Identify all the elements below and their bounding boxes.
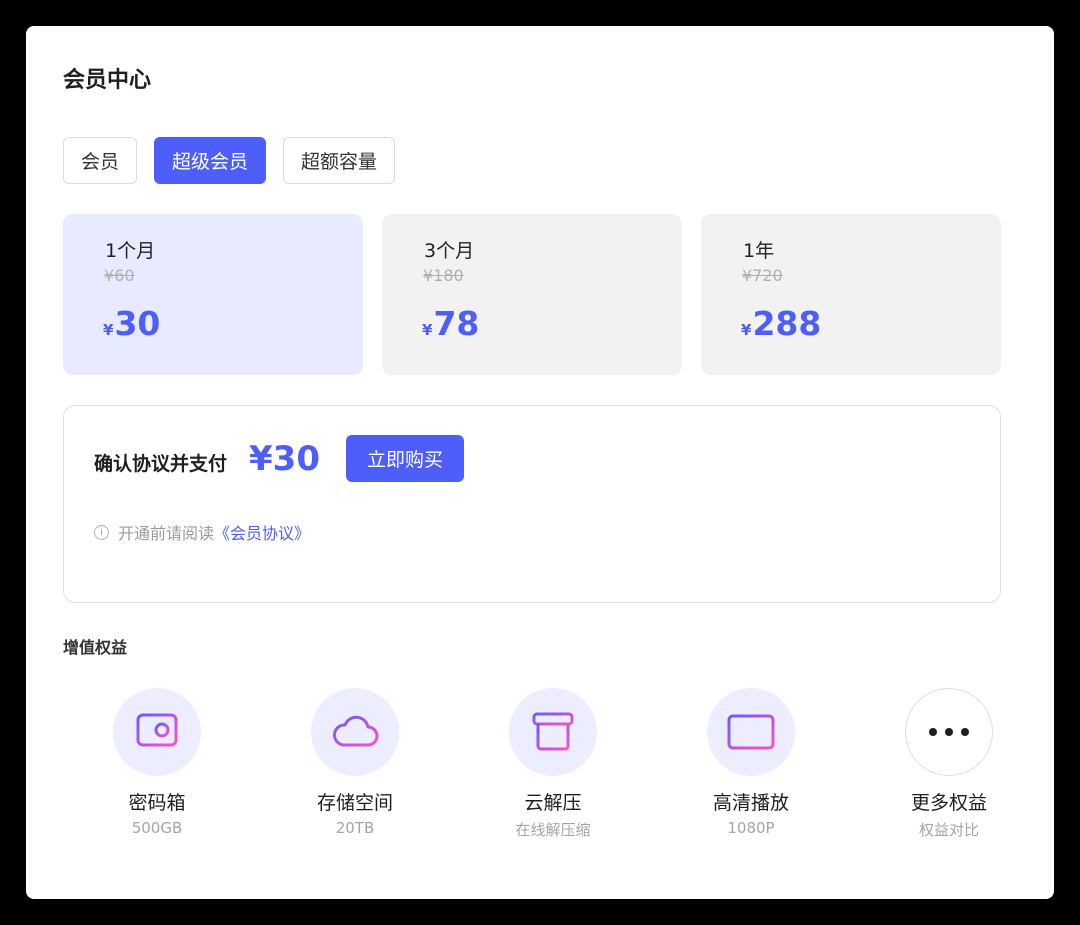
plan-price: ¥ 288 xyxy=(741,304,821,343)
price-value: 288 xyxy=(752,304,822,343)
benefit-sub: 500GB xyxy=(131,819,183,837)
plan-list: 1个月 ¥60 ¥ 30 3个月 ¥180 ¥ 78 1年 ¥720 ¥ 288 xyxy=(63,214,1001,375)
price-value: 78 xyxy=(433,304,480,343)
price-value: 30 xyxy=(114,304,161,343)
benefit-name: 存储空间 xyxy=(316,792,393,814)
benefit-icon-circle xyxy=(905,688,993,776)
benefit-icon-circle xyxy=(311,688,399,776)
currency-symbol: ¥ xyxy=(422,321,433,339)
benefits-title: 增值权益 xyxy=(63,638,128,657)
benefit-icon-circle xyxy=(509,688,597,776)
agreement-notice: i 开通前请阅读 《会员协议》 xyxy=(94,520,310,544)
archive-box-icon xyxy=(532,712,574,751)
membership-tabs: 会员 超级会员 超额容量 xyxy=(63,137,412,184)
plan-price: ¥ 78 xyxy=(422,304,479,343)
notice-text: 开通前请阅读 xyxy=(118,524,215,543)
plan-card-3-months[interactable]: 3个月 ¥180 ¥ 78 xyxy=(382,214,682,375)
buy-now-button[interactable]: 立即购买 xyxy=(346,435,464,482)
plan-original-price: ¥720 xyxy=(742,266,783,285)
plan-card-1-year[interactable]: 1年 ¥720 ¥ 288 xyxy=(701,214,1001,375)
plan-name: 1年 xyxy=(743,240,775,262)
video-card-icon xyxy=(727,714,775,750)
safe-box-icon xyxy=(136,713,178,752)
payment-amount: ¥30 xyxy=(249,439,320,479)
benefit-sub: 权益对比 xyxy=(918,821,979,839)
benefit-storage[interactable]: 存储空间 20TB xyxy=(290,688,420,837)
tab-member[interactable]: 会员 xyxy=(63,137,138,184)
tab-extra-storage[interactable]: 超额容量 xyxy=(283,137,396,184)
benefit-name: 更多权益 xyxy=(910,792,987,814)
benefit-icon-circle xyxy=(707,688,795,776)
benefit-name: 密码箱 xyxy=(128,792,186,814)
plan-card-1-month[interactable]: 1个月 ¥60 ¥ 30 xyxy=(63,214,363,375)
payment-panel: 确认协议并支付 ¥30 立即购买 i 开通前请阅读 《会员协议》 xyxy=(63,405,1001,603)
agreement-link[interactable]: 《会员协议》 xyxy=(214,520,310,544)
benefit-icon-circle xyxy=(113,688,201,776)
benefit-name: 云解压 xyxy=(524,792,582,814)
plan-name: 3个月 xyxy=(424,240,475,262)
currency-symbol: ¥ xyxy=(741,321,752,339)
payment-label: 确认协议并支付 xyxy=(94,453,228,475)
benefit-hd-playback[interactable]: 高清播放 1080P xyxy=(686,688,816,837)
plan-name: 1个月 xyxy=(105,240,156,262)
benefit-sub: 在线解压缩 xyxy=(515,821,591,839)
cloud-icon xyxy=(333,715,379,747)
plan-original-price: ¥60 xyxy=(104,266,135,285)
member-center-dialog: 会员中心 会员 超级会员 超额容量 1个月 ¥60 ¥ 30 3个月 ¥180 … xyxy=(26,26,1054,899)
benefit-more[interactable]: 更多权益 权益对比 xyxy=(884,688,1014,840)
benefit-name: 高清播放 xyxy=(712,792,789,814)
plan-price: ¥ 30 xyxy=(103,304,160,343)
info-icon: i xyxy=(94,524,109,540)
page-title: 会员中心 xyxy=(63,68,152,93)
currency-symbol: ¥ xyxy=(103,321,114,339)
more-dots-icon xyxy=(929,728,969,736)
benefit-sub: 1080P xyxy=(727,819,775,837)
tab-super-member[interactable]: 超级会员 xyxy=(154,137,267,184)
plan-original-price: ¥180 xyxy=(423,266,464,285)
benefit-cloud-unzip[interactable]: 云解压 在线解压缩 xyxy=(488,688,618,840)
benefit-sub: 20TB xyxy=(335,819,375,837)
benefit-safe-box[interactable]: 密码箱 500GB xyxy=(92,688,222,837)
